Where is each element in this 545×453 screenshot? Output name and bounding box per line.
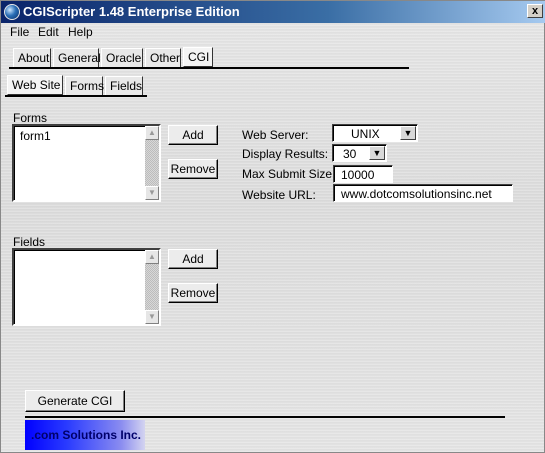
window-title: CGIScripter 1.48 Enterprise Edition bbox=[23, 4, 240, 19]
app-window: CGIScripter 1.48 Enterprise Edition x Fi… bbox=[0, 0, 545, 453]
menu-edit[interactable]: Edit bbox=[38, 25, 59, 39]
tab-about[interactable]: About bbox=[13, 48, 51, 68]
tab-cgi[interactable]: CGI bbox=[183, 47, 213, 67]
title-bar[interactable]: CGIScripter 1.48 Enterprise Edition x bbox=[1, 1, 545, 23]
logo-text: .com Solutions Inc. bbox=[31, 428, 142, 442]
tab-general[interactable]: General bbox=[53, 48, 101, 68]
dropdown-arrow-icon[interactable]: ▼ bbox=[400, 126, 416, 140]
menu-bar: File Edit Help bbox=[1, 23, 545, 41]
list-item[interactable]: form1 bbox=[20, 129, 51, 143]
fields-add-button[interactable]: Add bbox=[168, 249, 218, 269]
subtab-forms[interactable]: Forms bbox=[65, 76, 104, 96]
subtab-web-site[interactable]: Web Site bbox=[7, 75, 63, 95]
tab-other[interactable]: Other bbox=[145, 48, 181, 68]
max-submit-input[interactable]: 10000 bbox=[333, 165, 393, 183]
forms-listbox[interactable]: form1 ▲ ▼ bbox=[12, 124, 161, 202]
forms-remove-button[interactable]: Remove bbox=[168, 159, 218, 179]
subtab-fields[interactable]: Fields bbox=[105, 76, 143, 96]
display-results-value: 30 bbox=[343, 147, 357, 161]
menu-file[interactable]: File bbox=[10, 25, 29, 39]
web-server-label: Web Server: bbox=[242, 128, 309, 142]
dropdown-arrow-icon[interactable]: ▼ bbox=[369, 146, 385, 160]
footer-divider bbox=[25, 416, 505, 418]
scroll-down-icon[interactable]: ▼ bbox=[145, 186, 159, 200]
fields-remove-button[interactable]: Remove bbox=[168, 283, 218, 303]
max-submit-value: 10000 bbox=[341, 168, 375, 182]
website-url-value: www.dotcomsolutionsinc.net bbox=[341, 187, 492, 201]
menu-help[interactable]: Help bbox=[68, 25, 93, 39]
display-results-select[interactable]: 30 ▼ bbox=[332, 144, 387, 162]
scroll-up-icon[interactable]: ▲ bbox=[145, 126, 159, 140]
web-server-select[interactable]: UNIX ▼ bbox=[332, 124, 418, 142]
fields-scrollbar[interactable]: ▲ ▼ bbox=[145, 250, 159, 324]
website-url-input[interactable]: www.dotcomsolutionsinc.net bbox=[333, 184, 513, 202]
website-url-label: Website URL: bbox=[242, 188, 316, 202]
scroll-down-icon[interactable]: ▼ bbox=[145, 310, 159, 324]
sub-tabs-divider bbox=[5, 95, 147, 97]
generate-cgi-button[interactable]: Generate CGI bbox=[25, 390, 125, 412]
web-server-value: UNIX bbox=[351, 127, 380, 141]
app-globe-icon bbox=[4, 4, 20, 20]
max-submit-label: Max Submit Size: bbox=[242, 167, 336, 181]
tab-oracle[interactable]: Oracle bbox=[101, 48, 143, 68]
main-tabs-divider bbox=[9, 67, 409, 69]
forms-scrollbar[interactable]: ▲ ▼ bbox=[145, 126, 159, 200]
forms-add-button[interactable]: Add bbox=[168, 125, 218, 145]
close-button[interactable]: x bbox=[527, 4, 543, 18]
company-logo: .com Solutions Inc. bbox=[25, 420, 145, 450]
fields-listbox[interactable]: ▲ ▼ bbox=[12, 248, 161, 326]
fields-label: Fields bbox=[13, 235, 46, 249]
scroll-up-icon[interactable]: ▲ bbox=[145, 250, 159, 264]
display-results-label: Display Results: bbox=[242, 147, 329, 161]
forms-label: Forms bbox=[13, 111, 47, 125]
